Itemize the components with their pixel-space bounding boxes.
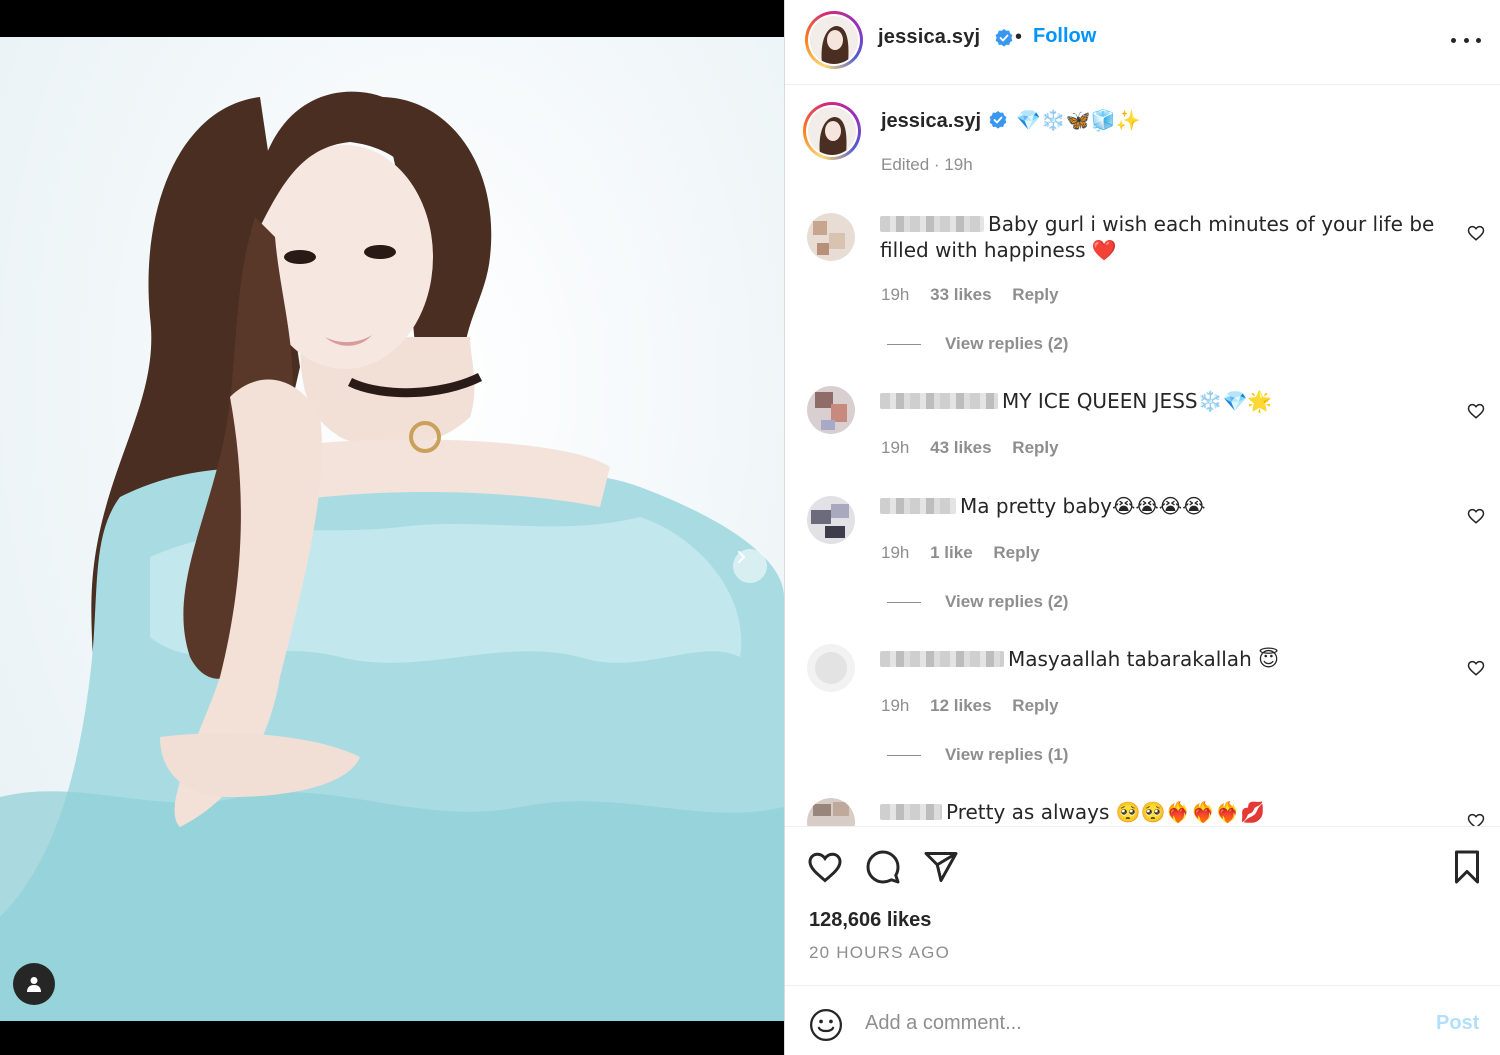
next-photo-button[interactable] xyxy=(733,549,767,583)
verified-badge xyxy=(988,28,1014,51)
like-comment-heart-icon[interactable] xyxy=(1467,402,1485,420)
photo-illustration xyxy=(0,91,784,1021)
comment-text: Pretty as always 🥺🥺❤️‍🔥❤️‍🔥❤️‍🔥💋 xyxy=(946,800,1266,824)
like-comment-heart-icon[interactable] xyxy=(1467,812,1485,826)
avatar-image xyxy=(808,107,856,155)
view-replies-label: View replies (2) xyxy=(945,592,1069,611)
view-replies-button[interactable]: View replies (2) xyxy=(887,592,1068,612)
comment-meta: 19h 12 likes Reply xyxy=(881,696,1075,716)
comment-likes[interactable]: 33 likes xyxy=(930,285,991,304)
comment-text: Ma pretty baby😭😭😭😭 xyxy=(960,494,1206,518)
comment-text: MY ICE QUEEN JESS❄️💎🌟 xyxy=(1002,389,1273,413)
blurred-username[interactable] xyxy=(880,651,1004,667)
more-dot xyxy=(1451,37,1456,43)
comment-text: Masyaallah tabarakallah 😇 xyxy=(1008,647,1279,671)
post-photo[interactable] xyxy=(0,37,784,1021)
comment-time: 19h xyxy=(881,543,910,562)
comment-time: 19h xyxy=(881,696,910,715)
reply-button[interactable]: Reply xyxy=(993,543,1039,562)
share-send-icon[interactable] xyxy=(923,849,959,885)
comment-input[interactable] xyxy=(865,1006,1405,1040)
blurred-username[interactable] xyxy=(880,498,956,514)
avatar-image xyxy=(807,386,855,434)
view-replies-label: View replies (1) xyxy=(945,745,1069,764)
like-comment-heart-icon[interactable] xyxy=(1467,507,1485,525)
comment-time: 19h xyxy=(881,285,910,304)
comment-likes[interactable]: 1 like xyxy=(930,543,973,562)
author-avatar[interactable] xyxy=(805,11,863,69)
like-heart-icon[interactable] xyxy=(807,849,843,885)
reply-button[interactable]: Reply xyxy=(1012,438,1058,457)
like-comment-heart-icon[interactable] xyxy=(1467,224,1485,242)
reply-button[interactable]: Reply xyxy=(1012,285,1058,304)
replies-line xyxy=(887,601,921,603)
comment-likes[interactable]: 12 likes xyxy=(930,696,991,715)
caption-avatar[interactable] xyxy=(803,102,861,160)
comment-body: Masyaallah tabarakallah 😇 xyxy=(880,647,1440,673)
verified-icon xyxy=(989,111,1007,129)
commenter-avatar[interactable] xyxy=(807,386,855,434)
commenter-avatar[interactable] xyxy=(807,496,855,544)
post-sidebar: jessica.syj • Follow jessica.syj 💎❄️🦋🧊✨ … xyxy=(784,0,1500,1055)
comment-body: Ma pretty baby😭😭😭😭 xyxy=(880,494,1440,520)
caption-username[interactable]: jessica.syj xyxy=(881,110,981,133)
post-comment-button[interactable]: Post xyxy=(1436,1012,1479,1035)
like-comment-heart-icon[interactable] xyxy=(1467,659,1485,677)
header-separator: • xyxy=(1015,26,1023,48)
replies-line xyxy=(887,754,921,756)
avatar-image xyxy=(807,798,855,826)
comment-bubble-icon[interactable] xyxy=(865,849,901,885)
like-count[interactable]: 128,606 likes xyxy=(809,909,931,932)
reply-button[interactable]: Reply xyxy=(1012,696,1058,715)
comment-meta: 19h 33 likes Reply xyxy=(881,285,1075,305)
comments-list[interactable]: jessica.syj 💎❄️🦋🧊✨ Edited · 19h Baby gur… xyxy=(785,86,1500,826)
replies-line xyxy=(887,343,921,345)
avatar-image xyxy=(807,644,855,692)
view-replies-label: View replies (2) xyxy=(945,334,1069,353)
blurred-username[interactable] xyxy=(880,393,998,409)
view-replies-button[interactable]: View replies (1) xyxy=(887,745,1068,765)
view-replies-button[interactable]: View replies (2) xyxy=(887,334,1068,354)
comment-body: Baby gurl i wish each minutes of your li… xyxy=(880,212,1440,264)
comment-meta: 19h 1 like Reply xyxy=(881,543,1056,563)
avatar-image xyxy=(807,496,855,544)
comment-composer: Post xyxy=(785,985,1500,1055)
tagged-users-button[interactable] xyxy=(13,963,55,1005)
verified-icon xyxy=(995,29,1013,47)
avatar-image xyxy=(810,16,858,64)
commenter-avatar[interactable] xyxy=(807,798,855,826)
more-options-button[interactable] xyxy=(1451,30,1481,50)
caption-text-wrap: 💎❄️🦋🧊✨ xyxy=(988,108,1141,133)
caption-meta: Edited · 19h xyxy=(881,155,973,174)
commenter-avatar[interactable] xyxy=(807,644,855,692)
bookmark-icon[interactable] xyxy=(1449,849,1485,885)
caption-text: 💎❄️🦋🧊✨ xyxy=(1016,108,1141,132)
post-timestamp: 20 HOURS AGO xyxy=(809,943,950,962)
blurred-username[interactable] xyxy=(880,804,942,820)
commenter-avatar[interactable] xyxy=(807,213,855,261)
user-icon xyxy=(27,977,41,992)
more-dot xyxy=(1476,37,1481,43)
follow-button[interactable]: Follow xyxy=(1033,25,1096,48)
comment-time: 19h xyxy=(881,438,910,457)
comment-body: MY ICE QUEEN JESS❄️💎🌟 xyxy=(880,389,1440,415)
chevron-right-icon xyxy=(738,551,745,563)
blurred-username[interactable] xyxy=(880,216,984,232)
avatar-image xyxy=(807,213,855,261)
post-header: jessica.syj • Follow xyxy=(785,0,1500,85)
comment-body: Pretty as always 🥺🥺❤️‍🔥❤️‍🔥❤️‍🔥💋 xyxy=(880,800,1440,826)
comment-meta: 19h 43 likes Reply xyxy=(881,438,1075,458)
comment-likes[interactable]: 43 likes xyxy=(930,438,991,457)
emoji-smiley-icon[interactable] xyxy=(809,1008,843,1042)
more-dot xyxy=(1463,37,1469,43)
post-actions: 128,606 likes 20 HOURS AGO xyxy=(785,826,1500,986)
author-username[interactable]: jessica.syj xyxy=(878,26,980,49)
media-pane xyxy=(0,0,784,1055)
